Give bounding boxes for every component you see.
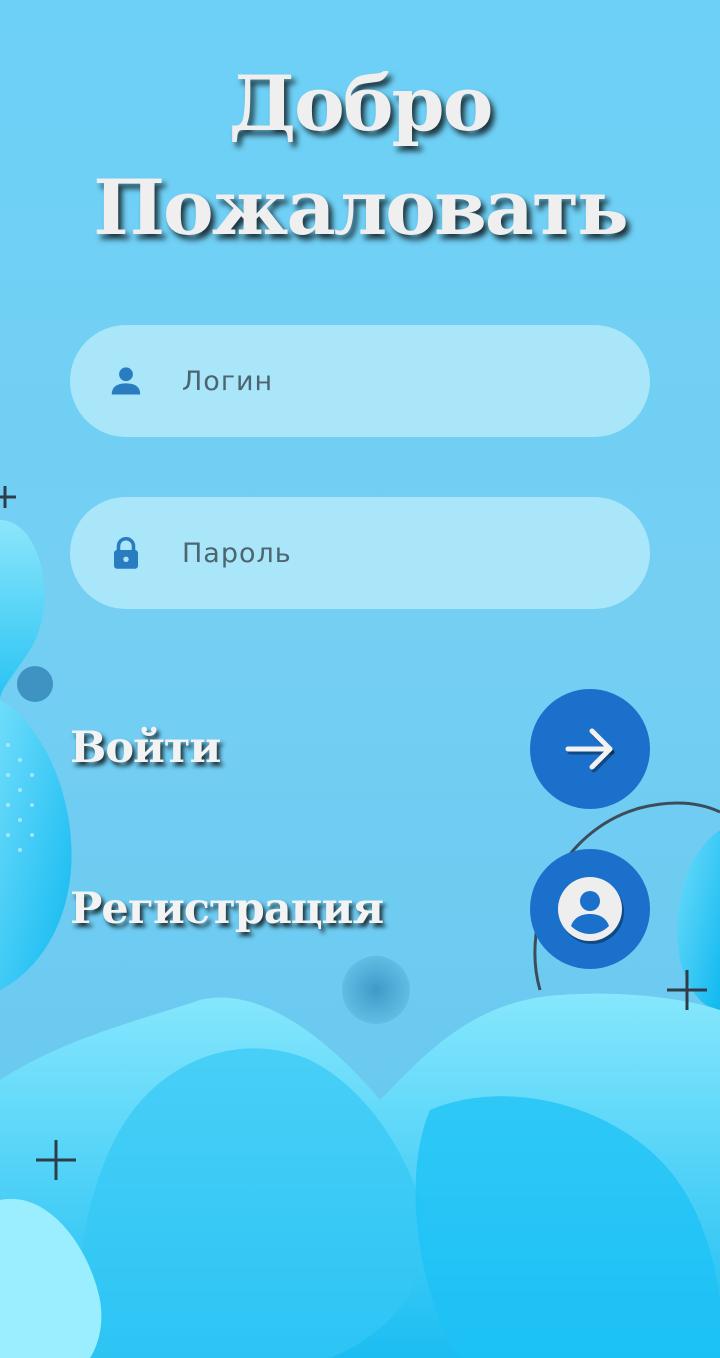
login-button[interactable]	[530, 689, 650, 809]
page-title: Добро Пожаловать	[0, 52, 720, 260]
login-label[interactable]: Войти	[70, 718, 221, 778]
login-input[interactable]	[182, 325, 622, 437]
lock-icon	[114, 536, 138, 569]
account-circle-icon	[558, 877, 624, 944]
arrow-right-icon	[565, 728, 615, 773]
register-label[interactable]: Регистрация	[70, 879, 384, 939]
title-line-1: Добро	[228, 59, 494, 148]
password-field[interactable]	[70, 497, 650, 609]
title-line-2: Пожаловать	[93, 163, 628, 252]
login-field[interactable]	[70, 325, 650, 437]
person-icon	[111, 367, 141, 395]
password-input[interactable]	[182, 497, 622, 609]
register-button[interactable]	[530, 849, 650, 969]
